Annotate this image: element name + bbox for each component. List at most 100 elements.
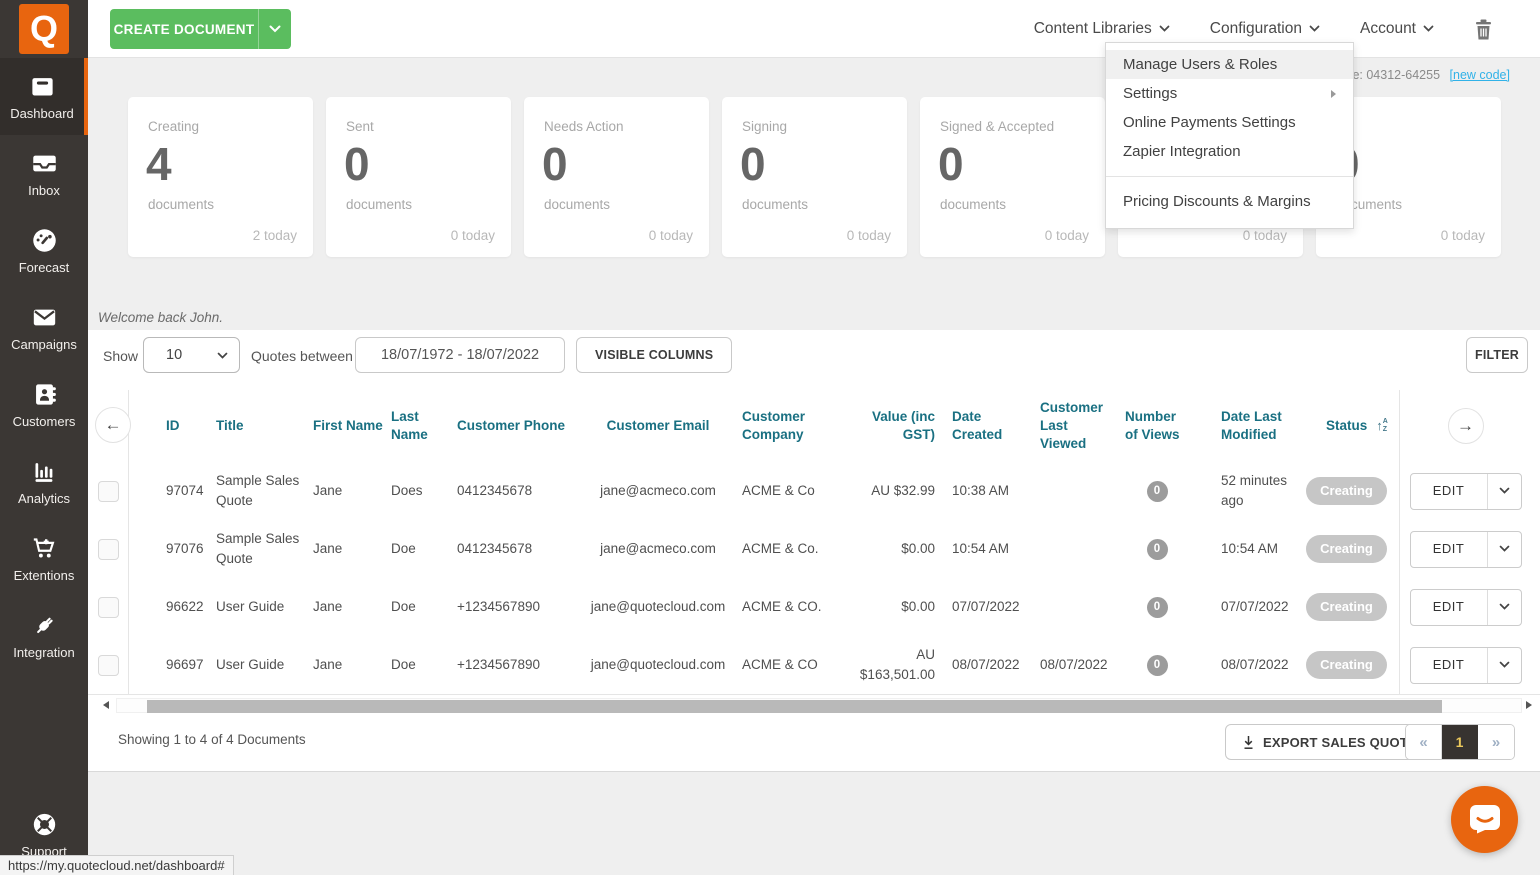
col-header-title[interactable]: Title <box>216 417 313 435</box>
edit-dropdown-toggle[interactable] <box>1487 532 1521 567</box>
edit-button[interactable]: EDIT <box>1411 590 1487 625</box>
status-badge: Creating <box>1306 593 1387 622</box>
edit-split-button[interactable]: EDIT <box>1410 473 1522 510</box>
cell-phone: +1234567890 <box>457 597 582 617</box>
chevron-down-icon <box>1309 25 1320 33</box>
sort-alpha-icon[interactable]: ↑ AZ <box>1376 417 1388 435</box>
visible-columns-button[interactable]: VISIBLE COLUMNS <box>576 337 732 373</box>
table-row[interactable]: 97074 Sample Sales Quote Jane Does 04123… <box>88 462 1540 520</box>
cell-last-name: Does <box>391 481 457 501</box>
sidebar-item-label: Customers <box>13 414 76 429</box>
row-checkbox[interactable] <box>98 481 119 502</box>
menu-item-pricing-discounts-margins[interactable]: Pricing Discounts & Margins <box>1106 187 1353 216</box>
col-header-customer-phone[interactable]: Customer Phone <box>457 417 582 435</box>
col-header-date-last-modified[interactable]: Date Last Modified <box>1197 408 1302 444</box>
chevron-down-icon <box>1499 545 1510 553</box>
row-checkbox[interactable] <box>98 539 119 560</box>
edit-button[interactable]: EDIT <box>1411 648 1487 683</box>
chevron-down-icon <box>1499 487 1510 495</box>
page-size-select[interactable]: 10 <box>143 337 240 373</box>
sidebar-item-label: Dashboard <box>10 106 74 121</box>
cell-id: 97076 <box>128 539 216 559</box>
address-book-icon <box>31 381 58 408</box>
col-header-customer-email[interactable]: Customer Email <box>582 417 742 435</box>
cell-value: AU $32.99 <box>847 481 943 501</box>
edit-button[interactable]: EDIT <box>1411 532 1487 567</box>
cell-date-modified: 10:54 AM <box>1197 539 1302 559</box>
scroll-columns-right-button[interactable]: → <box>1448 408 1484 444</box>
quotes-panel: Show 10 Quotes between 18/07/1972 - 18/0… <box>88 330 1540 772</box>
col-header-date-created[interactable]: Date Created <box>943 408 1035 444</box>
stat-card-needs-action: Needs Action 0 documents 0 today <box>524 97 709 257</box>
table-row[interactable]: 97076 Sample Sales Quote Jane Doe 041234… <box>88 520 1540 578</box>
cell-last-name: Doe <box>391 597 457 617</box>
card-today: 2 today <box>253 228 297 243</box>
sidebar-item-label: Campaigns <box>11 337 77 352</box>
table-row[interactable]: 96697 User Guide Jane Doe +1234567890 ja… <box>88 636 1540 694</box>
menu-item-manage-users-roles[interactable]: Manage Users & Roles <box>1106 50 1353 79</box>
table-row[interactable]: 96622 User Guide Jane Doe +1234567890 ja… <box>88 578 1540 636</box>
edit-button[interactable]: EDIT <box>1411 474 1487 509</box>
sidebar-item-campaigns[interactable]: Campaigns <box>0 289 88 366</box>
new-code-link[interactable]: [new code] <box>1450 68 1510 82</box>
scrollbar-thumb[interactable] <box>147 700 1442 713</box>
card-value: 0 <box>344 137 370 191</box>
previous-page-button[interactable]: « <box>1406 725 1442 759</box>
sidebar-item-analytics[interactable]: Analytics <box>0 443 88 520</box>
edit-split-button[interactable]: EDIT <box>1410 531 1522 568</box>
trash-button[interactable] <box>1474 19 1493 40</box>
chat-launcher-button[interactable] <box>1451 786 1518 853</box>
create-document-button[interactable]: CREATE DOCUMENT <box>110 9 258 49</box>
create-document-dropdown-toggle[interactable] <box>258 9 291 49</box>
col-header-last-name[interactable]: Last Name <box>391 408 457 444</box>
cell-email: jane@quotecloud.com <box>582 655 742 675</box>
sidebar-item-customers[interactable]: Customers <box>0 366 88 443</box>
col-header-first-name[interactable]: First Name <box>313 417 391 435</box>
edit-split-button[interactable]: EDIT <box>1410 589 1522 626</box>
sidebar-item-forecast[interactable]: Forecast <box>0 212 88 289</box>
sidebar-item-inbox[interactable]: Inbox <box>0 135 88 212</box>
row-checkbox[interactable] <box>98 597 119 618</box>
current-page[interactable]: 1 <box>1442 725 1478 759</box>
card-today: 0 today <box>649 228 693 243</box>
sidebar-item-integration[interactable]: Integration <box>0 597 88 674</box>
page-size-value: 10 <box>166 347 182 363</box>
col-header-value[interactable]: Value (inc GST) <box>847 408 943 444</box>
table-header-row: ID Title First Name Last Name Customer P… <box>88 390 1540 462</box>
nav-content-libraries[interactable]: Content Libraries <box>1034 20 1170 38</box>
col-header-number-of-views[interactable]: Number of Views <box>1125 408 1197 444</box>
col-header-id[interactable]: ID <box>128 417 216 435</box>
filter-button[interactable]: FILTER <box>1466 337 1528 373</box>
col-header-status[interactable]: Status ↑ AZ <box>1302 417 1399 435</box>
nav-account[interactable]: Account <box>1360 20 1434 38</box>
cell-company: ACME & Co. <box>742 539 847 559</box>
col-header-customer-company[interactable]: Customer Company <box>742 408 847 444</box>
scrollbar-right-arrow[interactable] <box>1526 701 1532 709</box>
scrollbar-left-arrow[interactable] <box>103 701 109 709</box>
cell-value: AU $163,501.00 <box>847 645 943 684</box>
scrollbar-track[interactable] <box>116 698 1522 713</box>
edit-split-button[interactable]: EDIT <box>1410 647 1522 684</box>
horizontal-scrollbar[interactable] <box>88 698 1540 713</box>
welcome-message: Welcome back John. <box>98 310 223 325</box>
status-badge: Creating <box>1306 535 1387 564</box>
sidebar-item-extentions[interactable]: Extentions <box>0 520 88 597</box>
nav-configuration[interactable]: Configuration <box>1210 20 1320 38</box>
card-title: Signed & Accepted <box>940 119 1054 134</box>
menu-item-online-payments-settings[interactable]: Online Payments Settings <box>1106 108 1353 137</box>
col-header-customer-last-viewed[interactable]: Customer Last Viewed <box>1035 399 1125 454</box>
edit-dropdown-toggle[interactable] <box>1487 648 1521 683</box>
app-logo[interactable]: Q <box>19 4 69 54</box>
date-range-input[interactable]: 18/07/1972 - 18/07/2022 <box>355 337 565 373</box>
create-document-split-button[interactable]: CREATE DOCUMENT <box>110 9 291 49</box>
menu-item-settings[interactable]: Settings <box>1106 79 1353 108</box>
edit-dropdown-toggle[interactable] <box>1487 590 1521 625</box>
sidebar-item-dashboard[interactable]: Dashboard <box>0 58 88 135</box>
card-unit: documents <box>544 197 610 212</box>
row-checkbox[interactable] <box>98 655 119 676</box>
edit-dropdown-toggle[interactable] <box>1487 474 1521 509</box>
card-value: 0 <box>542 137 568 191</box>
menu-item-zapier-integration[interactable]: Zapier Integration <box>1106 137 1353 166</box>
cell-phone: 0412345678 <box>457 481 582 501</box>
next-page-button[interactable]: » <box>1478 725 1514 759</box>
